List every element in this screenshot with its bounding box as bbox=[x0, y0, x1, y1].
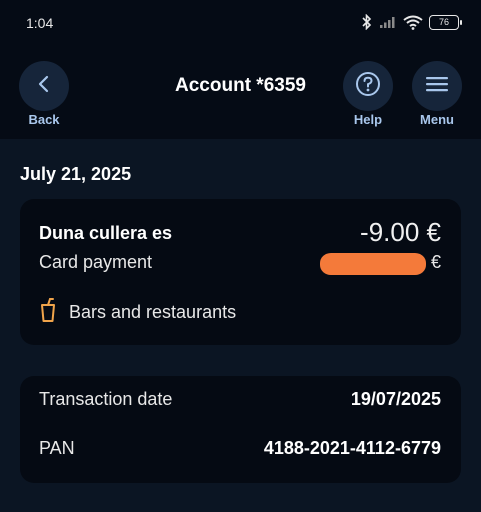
transaction-details-card: Transaction date 19/07/2025 PAN 4188-202… bbox=[20, 376, 461, 483]
detail-label: PAN bbox=[39, 438, 75, 458]
status-bar: 1:04 76 bbox=[0, 0, 481, 46]
category-label: Bars and restaurants bbox=[69, 302, 237, 322]
category: Bars and restaurants bbox=[39, 297, 236, 328]
date-heading: July 21, 2025 bbox=[20, 164, 132, 184]
top-bar: 1:04 76 Back Account *6359 Help Menu bbox=[0, 0, 481, 139]
wifi-icon bbox=[403, 15, 423, 30]
bluetooth-icon bbox=[361, 14, 373, 30]
detail-label: Transaction date bbox=[39, 389, 173, 409]
status-icons: 76 bbox=[361, 12, 462, 32]
menu-button[interactable] bbox=[412, 61, 462, 111]
payment-type: Card payment bbox=[39, 252, 153, 272]
page-title: Account *6359 bbox=[175, 75, 306, 96]
redaction-mark bbox=[320, 253, 426, 275]
signal-icon bbox=[379, 15, 397, 29]
help-button[interactable] bbox=[343, 61, 393, 111]
battery-level: 76 bbox=[438, 17, 449, 27]
transaction-card: Duna cullera es -9.00 € Card payment € B… bbox=[20, 199, 461, 345]
detail-value: 19/07/2025 bbox=[350, 389, 441, 409]
secondary-currency: € bbox=[430, 252, 441, 272]
hamburger-icon bbox=[425, 75, 449, 98]
help-icon bbox=[355, 71, 381, 102]
help-label[interactable]: Help bbox=[333, 112, 403, 127]
merchant-name: Duna cullera es bbox=[39, 223, 173, 243]
detail-value: 4188-2021-4112-6779 bbox=[263, 438, 441, 458]
menu-label[interactable]: Menu bbox=[402, 112, 472, 127]
status-time: 1:04 bbox=[26, 15, 54, 31]
back-label[interactable]: Back bbox=[9, 112, 79, 127]
detail-row-transaction-date: Transaction date 19/07/2025 bbox=[39, 389, 441, 410]
drink-cup-icon bbox=[39, 297, 57, 328]
detail-row-pan: PAN 4188-2021-4112-6779 bbox=[39, 438, 441, 459]
battery-icon: 76 bbox=[429, 14, 462, 30]
transaction-amount: -9.00 € bbox=[360, 217, 441, 247]
